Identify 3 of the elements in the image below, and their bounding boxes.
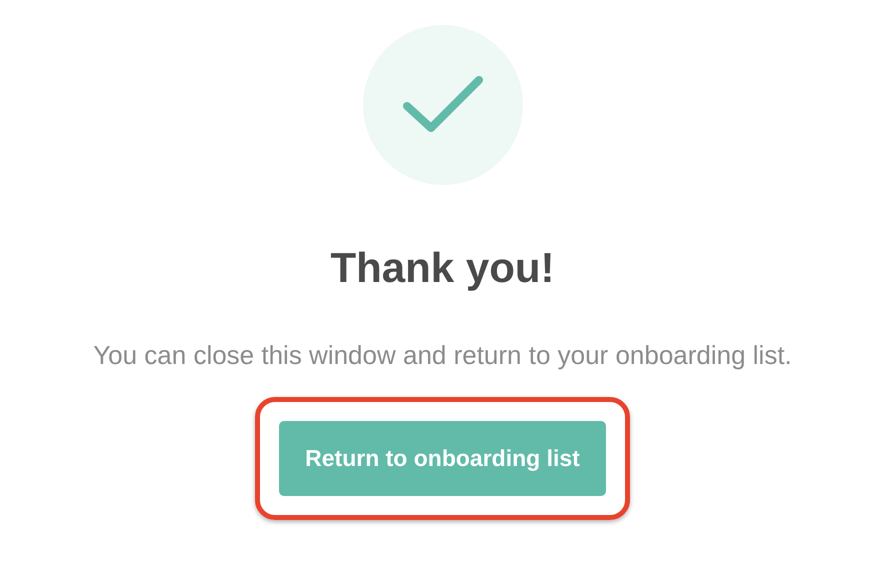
return-button[interactable]: Return to onboarding list: [279, 421, 606, 496]
heading: Thank you!: [330, 243, 554, 293]
message-text: You can close this window and return to your onboarding list.: [93, 339, 792, 372]
